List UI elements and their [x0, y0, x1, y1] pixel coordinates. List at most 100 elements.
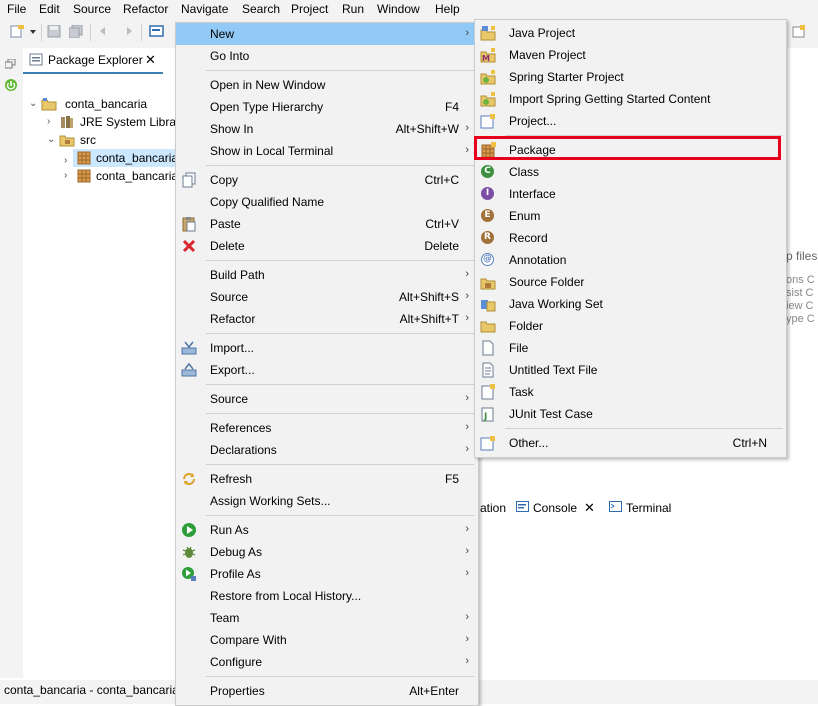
- menu-source[interactable]: Source: [73, 2, 111, 16]
- class-icon: C: [481, 165, 494, 178]
- menu-item-compare-with[interactable]: Compare With ›: [176, 629, 478, 651]
- submenu-item-task[interactable]: Task: [475, 381, 786, 403]
- redo-icon[interactable]: [120, 25, 135, 38]
- undo-icon[interactable]: [97, 25, 112, 38]
- menu-navigate[interactable]: Navigate: [181, 2, 228, 16]
- chevron-right-icon[interactable]: ›: [64, 155, 67, 166]
- menu-item-go-into[interactable]: Go Into: [176, 45, 478, 67]
- bottom-panel-tabs: ation Console ✕ Terminal: [478, 497, 818, 521]
- menu-item-team[interactable]: Team ›: [176, 607, 478, 629]
- tree-item-package[interactable]: › conta_bancaria: [23, 167, 179, 185]
- chevron-right-icon: ›: [465, 611, 469, 623]
- dropdown-arrow-icon[interactable]: [29, 25, 37, 38]
- project-label: conta_bancaria: [65, 97, 148, 111]
- menu-edit[interactable]: Edit: [39, 2, 60, 16]
- tree-item-jre[interactable]: › JRE System Library: [23, 113, 186, 131]
- menu-item-open-new-window[interactable]: Open in New Window: [176, 74, 478, 96]
- menu-window[interactable]: Window: [377, 2, 420, 16]
- package-label: conta_bancaria: [96, 169, 179, 183]
- menu-item-debug-as[interactable]: Debug As ›: [176, 541, 478, 563]
- submenu-item-source-folder[interactable]: Source Folder: [475, 271, 786, 293]
- jre-label: JRE System Library: [80, 115, 187, 129]
- menu-item-new[interactable]: New ›: [176, 23, 478, 45]
- tree-item-package-selected[interactable]: conta_bancaria: [73, 149, 178, 167]
- menu-item-declarations[interactable]: Declarations ›: [176, 439, 478, 461]
- menu-item-source-2[interactable]: Source ›: [176, 388, 478, 410]
- menu-item-show-in[interactable]: Show In Alt+Shift+W ›: [176, 118, 478, 140]
- chevron-right-icon: ›: [465, 27, 469, 39]
- svg-text:M: M: [482, 54, 490, 63]
- submenu-item-enum[interactable]: E Enum: [475, 205, 786, 227]
- submenu-item-file[interactable]: File: [475, 337, 786, 359]
- chevron-right-icon: ›: [465, 144, 469, 156]
- background-text: p files: [786, 249, 818, 263]
- menu-item-paste[interactable]: Paste Ctrl+V: [176, 213, 478, 235]
- submenu-item-maven-project[interactable]: M Maven Project: [475, 44, 786, 66]
- save-icon[interactable]: [47, 24, 62, 38]
- tree-item-src[interactable]: ⌄ src: [23, 131, 175, 149]
- close-icon[interactable]: ✕: [145, 52, 156, 68]
- menu-help[interactable]: Help: [435, 2, 460, 16]
- menu-item-properties[interactable]: Properties Alt+Enter: [176, 680, 478, 702]
- submenu-item-project[interactable]: Project...: [475, 110, 786, 132]
- tab-console[interactable]: Console ✕: [510, 497, 602, 521]
- restore-icon[interactable]: [4, 58, 17, 69]
- spring-boot-dashboard-icon[interactable]: [4, 78, 18, 92]
- submenu-item-untitled-text[interactable]: Untitled Text File: [475, 359, 786, 381]
- submenu-item-class[interactable]: C Class: [475, 161, 786, 183]
- submenu-item-record[interactable]: R Record: [475, 227, 786, 249]
- menu-item-configure[interactable]: Configure ›: [176, 651, 478, 673]
- menu-item-open-type-hierarchy[interactable]: Open Type Hierarchy F4: [176, 96, 478, 118]
- tree-item-project[interactable]: ⌄ conta_bancaria: [23, 95, 175, 113]
- menu-refactor[interactable]: Refactor: [123, 2, 168, 16]
- package-explorer-tab[interactable]: Package Explorer ✕: [23, 48, 163, 74]
- menu-item-refactor[interactable]: Refactor Alt+Shift+T ›: [176, 308, 478, 330]
- open-perspective-icon[interactable]: [791, 25, 806, 38]
- chevron-down-icon[interactable]: ⌄: [29, 98, 37, 109]
- submenu-item-junit[interactable]: J JUnit Test Case: [475, 403, 786, 425]
- new-wizard-icon[interactable]: [10, 25, 25, 38]
- chevron-down-icon[interactable]: ⌄: [47, 134, 55, 145]
- menu-item-delete[interactable]: Delete Delete: [176, 235, 478, 257]
- close-icon[interactable]: ✕: [584, 500, 595, 516]
- submenu-item-folder[interactable]: Folder: [475, 315, 786, 337]
- menu-item-copy-qualified-name[interactable]: Copy Qualified Name: [176, 191, 478, 213]
- menu-run[interactable]: Run: [342, 2, 364, 16]
- export-icon: [181, 362, 197, 378]
- submenu-item-java-working-set[interactable]: Java Working Set: [475, 293, 786, 315]
- menu-item-import[interactable]: Import...: [176, 337, 478, 359]
- menu-item-profile-as[interactable]: Profile As ›: [176, 563, 478, 585]
- terminal-icon[interactable]: [149, 25, 164, 38]
- chevron-right-icon: ›: [465, 122, 469, 134]
- tab-partial[interactable]: ation: [480, 501, 506, 515]
- context-menu: New › Go Into Open in New Window Open Ty…: [175, 22, 479, 706]
- menu-item-restore-history[interactable]: Restore from Local History...: [176, 585, 478, 607]
- submenu-item-spring-starter[interactable]: Spring Starter Project: [475, 66, 786, 88]
- menu-item-show-local-terminal[interactable]: Show in Local Terminal ›: [176, 140, 478, 162]
- menu-item-refresh[interactable]: Refresh F5: [176, 468, 478, 490]
- submenu-item-annotation[interactable]: @ Annotation: [475, 249, 786, 271]
- menu-item-assign-working-sets[interactable]: Assign Working Sets...: [176, 490, 478, 512]
- menu-item-references[interactable]: References ›: [176, 417, 478, 439]
- submenu-item-import-spring[interactable]: Import Spring Getting Started Content: [475, 88, 786, 110]
- submenu-item-java-project[interactable]: Java Project: [475, 22, 786, 44]
- submenu-item-other[interactable]: Other... Ctrl+N: [475, 432, 786, 454]
- save-all-icon[interactable]: [68, 24, 84, 39]
- menu-item-copy[interactable]: Copy Ctrl+C: [176, 169, 478, 191]
- import-icon: [181, 340, 197, 356]
- menu-item-export[interactable]: Export...: [176, 359, 478, 381]
- chevron-right-icon[interactable]: ›: [64, 170, 67, 181]
- svg-text:J: J: [483, 412, 487, 422]
- menu-item-build-path[interactable]: Build Path ›: [176, 264, 478, 286]
- task-icon: [480, 384, 496, 400]
- menu-item-run-as[interactable]: Run As ›: [176, 519, 478, 541]
- menu-project[interactable]: Project: [291, 2, 328, 16]
- package-icon: [77, 169, 91, 183]
- menu-file[interactable]: File: [7, 2, 26, 16]
- chevron-right-icon: ›: [465, 268, 469, 280]
- menu-item-source[interactable]: Source Alt+Shift+S ›: [176, 286, 478, 308]
- submenu-item-interface[interactable]: I Interface: [475, 183, 786, 205]
- chevron-right-icon[interactable]: ›: [47, 116, 50, 127]
- tab-terminal[interactable]: Terminal: [609, 497, 699, 519]
- menu-search[interactable]: Search: [242, 2, 280, 16]
